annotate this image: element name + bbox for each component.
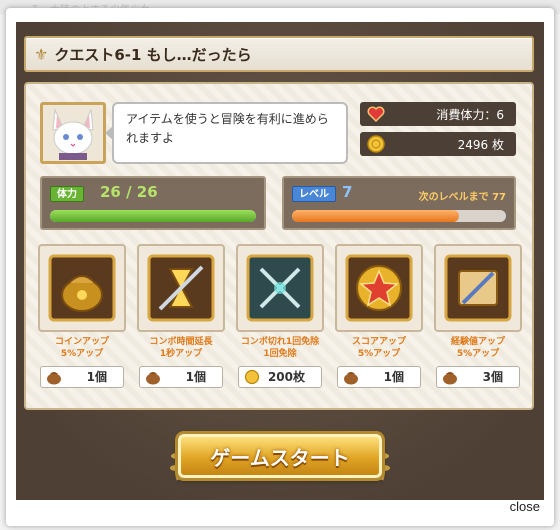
- item-name-line2: 1秒アップ: [159, 349, 203, 359]
- coin-total-label: 2496 枚: [457, 137, 504, 152]
- cat-character-icon: [52, 108, 94, 160]
- item-frame[interactable]: [236, 244, 324, 332]
- item-name-line1: コインアップ: [54, 337, 109, 347]
- exp-bar-fill: [292, 210, 459, 222]
- item-count: 1個: [139, 366, 223, 388]
- item-count: 1個: [40, 366, 124, 388]
- quest-screen: ⚜ クエスト6-1 もし…だったら アイテムを使うと冒険を有利に進められますよ …: [16, 22, 544, 500]
- stamina-cost-box: 消費体力：6: [360, 102, 516, 126]
- coin-total-box: 2496 枚: [360, 132, 516, 156]
- item-count-label: 1個: [185, 370, 206, 384]
- star-icon: [345, 254, 413, 322]
- pouch-icon: [47, 372, 61, 385]
- item-coin-up[interactable]: コインアップ 5%アップ 1個: [36, 244, 128, 388]
- pouch-icon: [344, 372, 358, 385]
- heart-icon: [367, 106, 385, 123]
- coin-icon: [244, 369, 260, 385]
- title-bar: ⚜ クエスト6-1 もし…だったら: [24, 36, 534, 72]
- stamina-bar: [50, 210, 256, 222]
- stamina-cost-label: 消費体力：6: [436, 107, 504, 122]
- level-tag: レベル: [292, 186, 336, 202]
- item-frame[interactable]: [137, 244, 225, 332]
- hourglass-sword-icon: [147, 254, 215, 322]
- item-count-label: 200枚: [267, 370, 305, 384]
- item-name-line2: 5%アップ: [456, 349, 500, 359]
- item-name: 経験値アップ 5%アップ: [432, 336, 524, 362]
- stamina-tag: 体力: [50, 186, 84, 202]
- next-level-label: 次のレベルまで 77: [418, 192, 506, 203]
- ornament-icon: ⚜: [34, 44, 49, 64]
- item-name-line1: コンボ切れ1回免除: [240, 337, 320, 347]
- item-name: コンボ切れ1回免除 1回免除: [234, 336, 326, 362]
- item-name: スコアアップ 5%アップ: [333, 336, 425, 362]
- stamina-status: 体力 26 / 26: [40, 176, 266, 230]
- item-exp-up[interactable]: 経験値アップ 5%アップ 3個: [432, 244, 524, 388]
- scroll-sword-icon: [444, 254, 512, 322]
- item-frame[interactable]: [335, 244, 423, 332]
- exp-bar: [292, 210, 506, 222]
- close-button[interactable]: close: [510, 499, 540, 514]
- item-frame[interactable]: [38, 244, 126, 332]
- coin-bag-icon: [48, 254, 116, 322]
- speech-bubble: アイテムを使うと冒険を有利に進められますよ: [105, 102, 348, 164]
- item-name-line2: 1回免除: [263, 349, 297, 359]
- game-start-label[interactable]: ゲームスタート: [178, 434, 382, 478]
- stamina-value: 26 / 26: [100, 183, 158, 201]
- coin-icon: [367, 135, 385, 153]
- item-name: コンボ時間延長 1秒アップ: [135, 336, 227, 362]
- item-name-line1: スコアアップ: [351, 337, 406, 347]
- level-value: 7: [342, 183, 353, 201]
- item-count-label: 3個: [482, 370, 503, 384]
- pouch-icon: [146, 372, 160, 385]
- dialog-text: アイテムを使うと冒険を有利に進められますよ: [126, 112, 329, 145]
- pouch-icon: [443, 372, 457, 385]
- item-score-up[interactable]: スコアアップ 5%アップ 1個: [333, 244, 425, 388]
- item-name-line2: 5%アップ: [357, 349, 401, 359]
- item-name-line1: 経験値アップ: [450, 337, 505, 347]
- quest-title: クエスト6-1 もし…だったら: [54, 45, 252, 64]
- item-list: コインアップ 5%アップ 1個 コンボ時間延長 1秒アップ 1個 コンボ切れ1回…: [36, 244, 526, 402]
- item-count: 200枚: [238, 366, 322, 388]
- item-count-label: 1個: [86, 370, 107, 384]
- item-count-label: 1個: [383, 370, 404, 384]
- item-count: 3個: [436, 366, 520, 388]
- crossed-swords-icon: [246, 254, 314, 322]
- item-name-line1: コンボ時間延長: [149, 337, 213, 347]
- stamina-bar-fill: [50, 210, 256, 222]
- level-status: レベル 7 次のレベルまで 77: [282, 176, 516, 230]
- item-name-line2: 5%アップ: [60, 349, 104, 359]
- item-count: 1個: [337, 366, 421, 388]
- avatar: [40, 102, 106, 164]
- item-name: コインアップ 5%アップ: [36, 336, 128, 362]
- quest-panel: アイテムを使うと冒険を有利に進められますよ 消費体力：6 2496 枚 体力 2…: [24, 82, 534, 410]
- item-combo-time[interactable]: コンボ時間延長 1秒アップ 1個: [135, 244, 227, 388]
- modal-window: ⚜ クエスト6-1 もし…だったら アイテムを使うと冒険を有利に進められますよ …: [6, 8, 554, 526]
- item-combo-break-exempt[interactable]: コンボ切れ1回免除 1回免除 200枚: [234, 244, 326, 388]
- item-frame[interactable]: [434, 244, 522, 332]
- game-start-button[interactable]: ゲームスタート: [164, 424, 396, 488]
